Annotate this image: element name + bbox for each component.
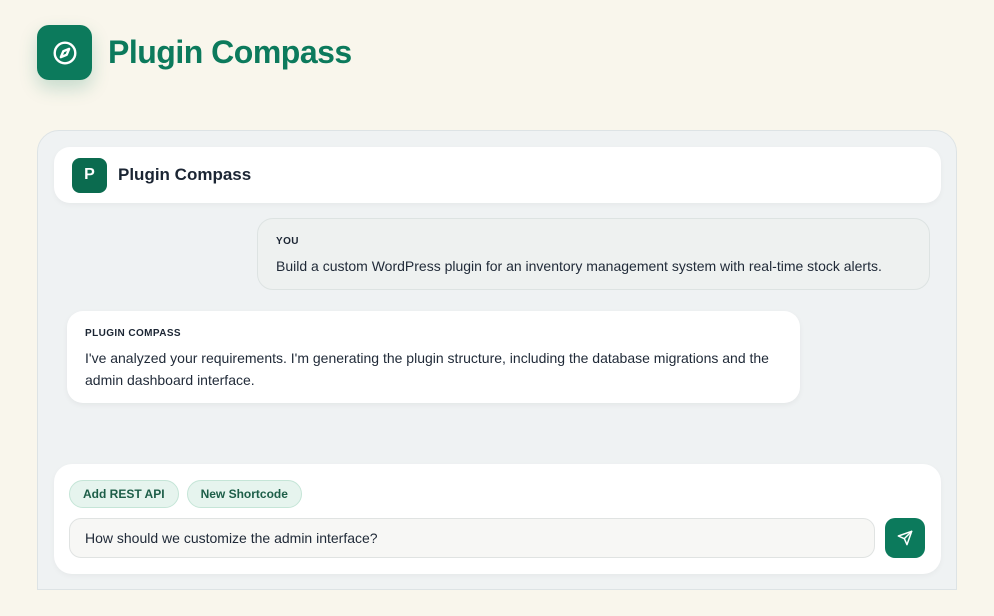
message-input[interactable]: How should we customize the admin interf… xyxy=(69,518,875,558)
brand: Plugin Compass xyxy=(37,25,352,80)
chip-new-shortcode[interactable]: New Shortcode xyxy=(186,480,302,508)
send-button[interactable] xyxy=(885,518,925,558)
message-sender: YOU xyxy=(276,236,299,247)
send-icon xyxy=(897,530,913,546)
chip-add-rest-api[interactable]: Add REST API xyxy=(69,480,179,508)
chat-header: P Plugin Compass xyxy=(54,147,941,203)
suggestion-chips: Add REST API New Shortcode xyxy=(69,480,302,508)
message-text: Build a custom WordPress plugin for an i… xyxy=(276,258,882,274)
chat-title: Plugin Compass xyxy=(118,165,252,184)
composer: Add REST API New Shortcode How should we… xyxy=(54,464,941,574)
message-sender: PLUGIN COMPASS xyxy=(85,328,181,339)
chat-panel: P Plugin Compass YOU Build a custom Word… xyxy=(37,130,957,590)
assistant-message: PLUGIN COMPASS I've analyzed your requir… xyxy=(67,311,800,403)
compass-icon[interactable] xyxy=(37,25,92,80)
message-text: I've analyzed your requirements. I'm gen… xyxy=(85,350,769,388)
app-title: Plugin Compass xyxy=(108,34,352,70)
avatar: P xyxy=(72,157,107,193)
user-message: YOU Build a custom WordPress plugin for … xyxy=(257,218,930,290)
